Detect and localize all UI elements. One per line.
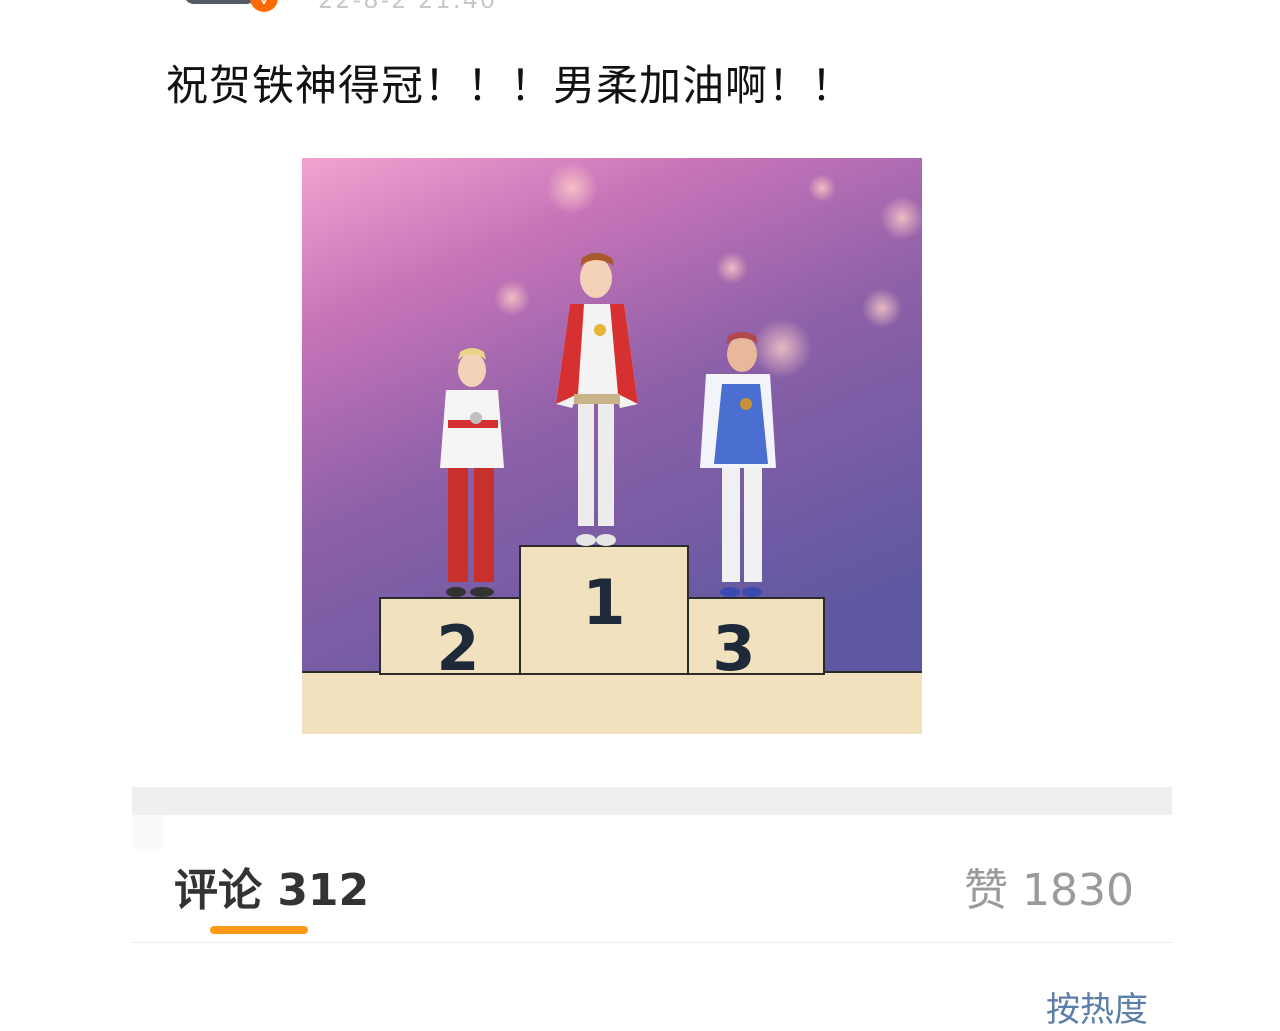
active-tab-indicator <box>210 926 308 934</box>
podium-label-1: 1 <box>582 566 625 639</box>
avatar[interactable]: V <box>176 0 288 16</box>
tab-comments[interactable]: 评论 312 <box>174 854 369 918</box>
sort-label: 按热度 <box>1046 990 1148 1030</box>
interaction-tabs: 评论 312 赞 1830 <box>132 840 1172 943</box>
post-image[interactable]: 1 2 3 <box>302 158 922 734</box>
post-time: 22-8-2 21:40 <box>318 0 498 14</box>
post-text: 祝贺铁神得冠！！！男柔加油啊！！ <box>166 61 855 110</box>
podium-label-3: 3 <box>712 612 755 685</box>
sort-by-hot-button[interactable]: 按热度 <box>1046 982 1148 1031</box>
section-divider <box>132 787 1172 815</box>
svg-text:V: V <box>259 0 270 8</box>
tab-likes[interactable]: 赞 1830 <box>964 854 1134 918</box>
podium-label-2: 2 <box>436 612 479 685</box>
